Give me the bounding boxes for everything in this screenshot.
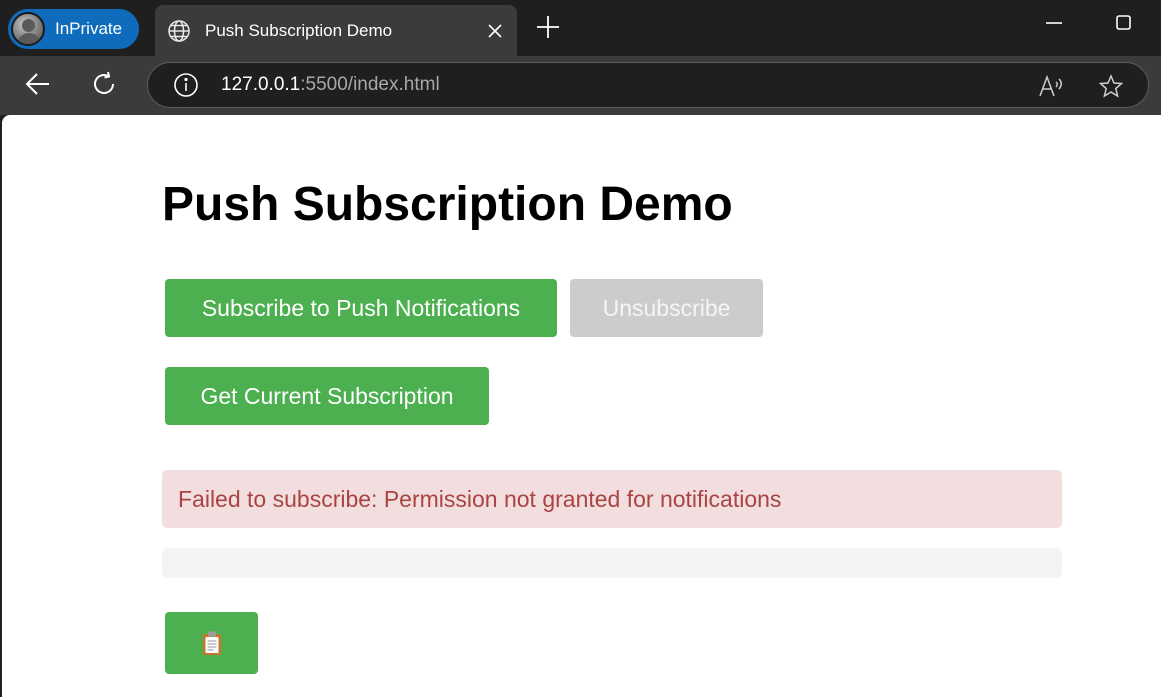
read-aloud-icon[interactable] — [1038, 74, 1064, 98]
close-tab-icon[interactable] — [487, 23, 503, 39]
unsubscribe-button[interactable]: Unsubscribe — [570, 279, 763, 337]
site-info-icon[interactable] — [173, 72, 199, 98]
favorite-star-icon[interactable] — [1098, 74, 1124, 98]
profile-avatar — [11, 12, 45, 46]
url-host: 127.0.0.1 — [221, 74, 301, 95]
clipboard-icon — [201, 630, 223, 656]
address-bar[interactable]: 127.0.0.1:5500/index.html — [147, 62, 1149, 108]
back-arrow-icon[interactable] — [24, 70, 52, 98]
page-viewport: Push Subscription Demo Subscribe to Push… — [2, 115, 1161, 697]
url-path: :5500/index.html — [300, 74, 440, 95]
status-error-message: Failed to subscribe: Permission not gran… — [162, 470, 1062, 528]
subscription-output — [162, 548, 1062, 578]
page-title: Push Subscription Demo — [162, 178, 733, 231]
inprivate-badge[interactable]: InPrivate — [8, 9, 139, 49]
tab-title: Push Subscription Demo — [205, 20, 393, 40]
status-error-text: Failed to subscribe: Permission not gran… — [178, 485, 782, 512]
copy-button[interactable] — [165, 612, 258, 674]
title-bar: InPrivate Push Subscription Demo — [0, 0, 1161, 56]
globe-icon — [167, 19, 191, 43]
browser-tab[interactable]: Push Subscription Demo — [155, 5, 517, 56]
browser-toolbar: 127.0.0.1:5500/index.html — [0, 56, 1161, 115]
inprivate-label: InPrivate — [55, 19, 123, 38]
subscribe-button[interactable]: Subscribe to Push Notifications — [165, 279, 557, 337]
get-subscription-button[interactable]: Get Current Subscription — [165, 367, 489, 425]
new-tab-icon[interactable] — [535, 14, 561, 40]
refresh-icon[interactable] — [90, 70, 118, 98]
maximize-icon[interactable] — [1115, 12, 1133, 34]
minimize-icon[interactable] — [1045, 12, 1063, 34]
